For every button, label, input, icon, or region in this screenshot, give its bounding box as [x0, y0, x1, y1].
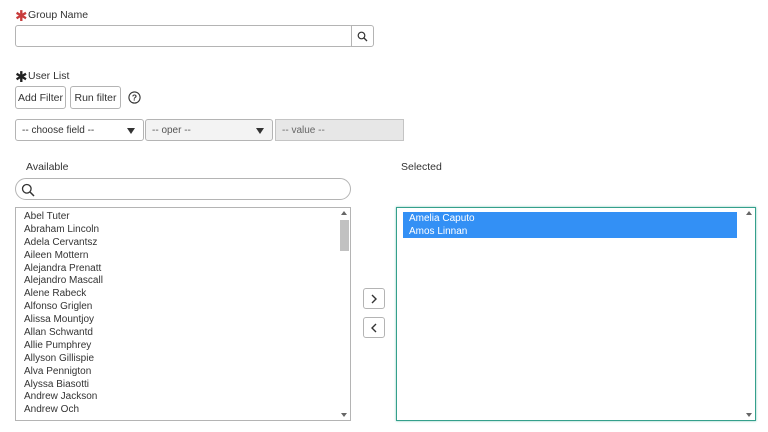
choose-field-select[interactable]: -- choose field --: [15, 119, 144, 141]
list-item[interactable]: Alyssa Biasotti: [16, 379, 350, 392]
available-scrollbar[interactable]: [339, 208, 350, 420]
filter-value-input[interactable]: -- value --: [275, 119, 404, 141]
chevron-left-icon: [371, 323, 377, 332]
help-button[interactable]: ?: [128, 91, 141, 104]
magnifier-icon: [357, 31, 368, 41]
list-item[interactable]: Andrew Och: [16, 404, 350, 417]
scroll-down-arrow-icon[interactable]: [746, 413, 752, 417]
available-scroll-thumb[interactable]: [340, 220, 349, 251]
list-item[interactable]: Alejandro Mascall: [16, 275, 350, 288]
run-filter-button[interactable]: Run filter: [70, 86, 121, 109]
list-item[interactable]: Alene Rabeck: [16, 288, 350, 301]
group-name-label: Group Name: [28, 9, 89, 21]
list-item[interactable]: Allie Pumphrey: [16, 340, 350, 353]
move-right-button[interactable]: [363, 288, 385, 309]
svg-text:?: ?: [132, 93, 137, 103]
selected-listbox[interactable]: Amelia Caputo Amos Linnan: [396, 207, 756, 421]
group-name-lookup-button[interactable]: [351, 25, 374, 47]
selected-heading: Selected: [401, 161, 442, 173]
list-item[interactable]: Alfonso Griglen: [16, 301, 350, 314]
list-item[interactable]: Abraham Lincoln: [16, 224, 350, 237]
chevron-right-icon: [371, 294, 377, 303]
choose-field-value: -- choose field --: [22, 124, 95, 136]
available-listbox[interactable]: Abel Tuter Abraham Lincoln Adela Cervantsz…: [15, 207, 351, 421]
user-list-label: User List: [28, 70, 70, 82]
group-name-input[interactable]: [15, 25, 353, 47]
search-icon: [21, 183, 35, 197]
list-item[interactable]: Abel Tuter: [16, 211, 350, 224]
list-item[interactable]: Aileen Mottern: [16, 250, 350, 263]
available-search-input[interactable]: [15, 178, 351, 200]
question-circle-icon: ?: [128, 91, 141, 104]
chevron-down-icon: [127, 128, 135, 134]
selected-list-item[interactable]: Amos Linnan: [403, 225, 737, 238]
list-item[interactable]: Adela Cervantsz: [16, 237, 350, 250]
selected-scrollbar[interactable]: [745, 208, 755, 420]
operator-select[interactable]: -- oper --: [145, 119, 273, 141]
list-item[interactable]: Allan Schwantd: [16, 327, 350, 340]
scroll-up-arrow-icon[interactable]: [746, 211, 752, 215]
available-heading: Available: [26, 161, 69, 173]
required-marker: ✱: [15, 69, 28, 86]
chevron-down-icon: [256, 128, 264, 134]
list-item[interactable]: Alissa Mountjoy: [16, 314, 350, 327]
required-marker: ✱: [15, 8, 28, 25]
list-item[interactable]: Alva Pennigton: [16, 366, 350, 379]
scroll-up-arrow-icon[interactable]: [341, 211, 347, 215]
scroll-down-arrow-icon[interactable]: [341, 413, 347, 417]
add-filter-button[interactable]: Add Filter: [15, 86, 66, 109]
selected-list-item[interactable]: Amelia Caputo: [403, 212, 737, 225]
move-left-button[interactable]: [363, 317, 385, 338]
list-item[interactable]: Andrew Jackson: [16, 391, 350, 404]
list-item[interactable]: Alejandra Prenatt: [16, 263, 350, 276]
operator-value: -- oper --: [152, 124, 191, 136]
list-item[interactable]: Allyson Gillispie: [16, 353, 350, 366]
